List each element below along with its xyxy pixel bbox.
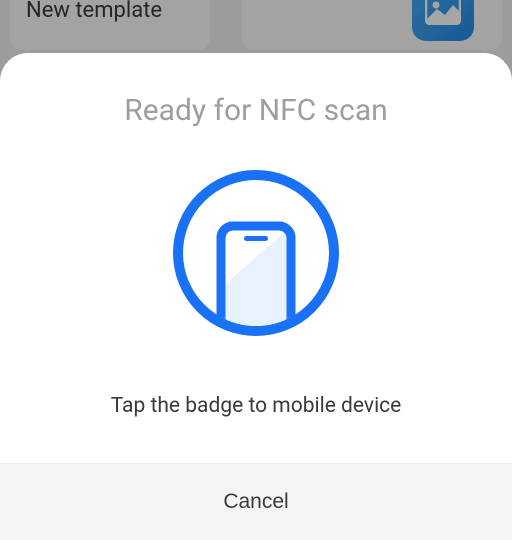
instruction-text: Tap the badge to mobile device [111, 394, 402, 418]
cancel-button[interactable]: Cancel [20, 490, 492, 514]
nfc-scan-modal: Ready for NFC scan Tap the badge to mobi… [0, 53, 512, 540]
modal-title: Ready for NFC scan [20, 93, 492, 128]
phone-in-circle-icon [171, 168, 341, 338]
modal-header: Ready for NFC scan [0, 53, 512, 158]
modal-footer: Cancel [0, 463, 512, 540]
modal-body: Tap the badge to mobile device [0, 158, 512, 463]
